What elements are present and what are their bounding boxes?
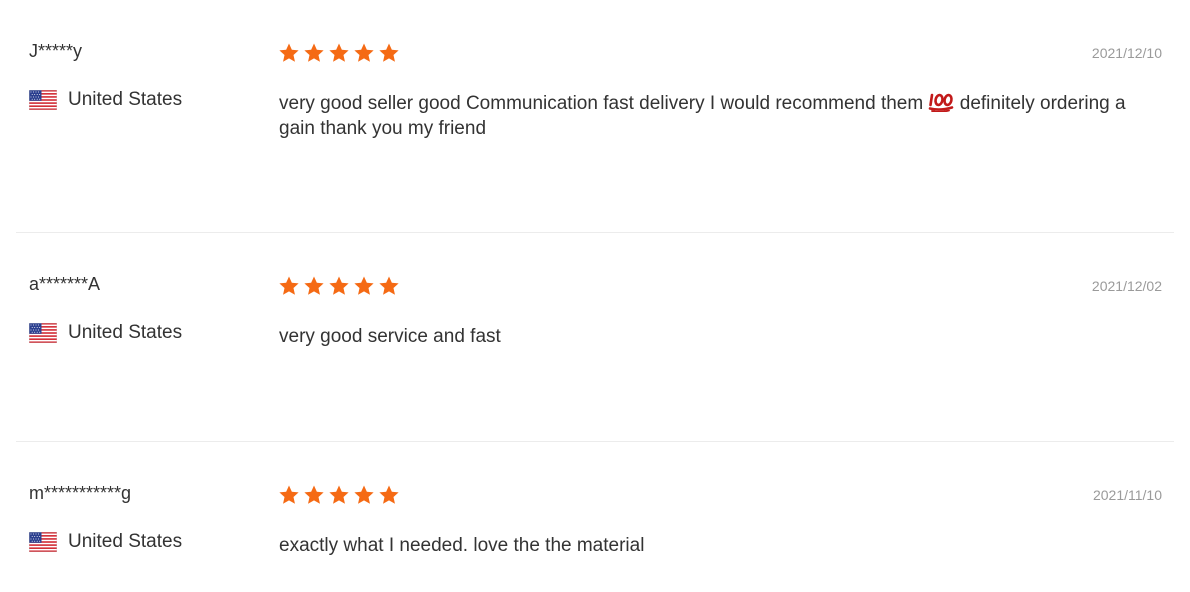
star-icon (278, 484, 300, 506)
review-date: 2021/12/10 (1091, 45, 1162, 61)
star-icon (378, 275, 400, 297)
reviews-list: J*****y United States 2021/12/10 very go… (16, 0, 1174, 592)
star-icon (303, 275, 325, 297)
review-country: United States (29, 88, 182, 112)
review-text: exactly what I needed. love the the mate… (279, 535, 645, 556)
country-name: United States (68, 89, 183, 110)
us-flag-icon (29, 532, 57, 552)
us-flag-icon (29, 323, 57, 343)
review-date: 2021/12/02 (1091, 278, 1162, 294)
review-text: very good service and fast (279, 326, 501, 347)
review-author: J*****y (29, 41, 83, 61)
review-item: a*******A United States 2021/12/02 very … (16, 233, 1174, 442)
review-country: United States (29, 321, 182, 345)
star-icon (328, 484, 350, 506)
star-icon (353, 42, 375, 64)
star-icon (378, 484, 400, 506)
review-text-part: very good seller good Communication fast… (279, 93, 929, 114)
star-icon (328, 42, 350, 64)
star-icon (303, 42, 325, 64)
us-flag-icon (29, 90, 57, 110)
star-icon (353, 275, 375, 297)
star-icon (328, 275, 350, 297)
star-icon (353, 484, 375, 506)
review-author: a*******A (29, 274, 101, 294)
hundred-points-icon (929, 93, 954, 112)
review-date: 2021/11/10 (1092, 487, 1162, 503)
star-rating (278, 275, 403, 297)
review-author: m***********g (29, 483, 132, 503)
star-rating (278, 484, 403, 506)
country-name: United States (68, 531, 183, 552)
star-icon (278, 275, 300, 297)
star-icon (378, 42, 400, 64)
review-text: very good seller good Communication fast… (279, 91, 1164, 141)
review-item: J*****y United States 2021/12/10 very go… (16, 0, 1174, 233)
star-icon (278, 42, 300, 64)
review-country: United States (29, 530, 182, 554)
review-item: m***********g United States 2021/11/10 e… (16, 442, 1174, 592)
country-name: United States (68, 322, 183, 343)
star-icon (303, 484, 325, 506)
star-rating (278, 42, 403, 64)
